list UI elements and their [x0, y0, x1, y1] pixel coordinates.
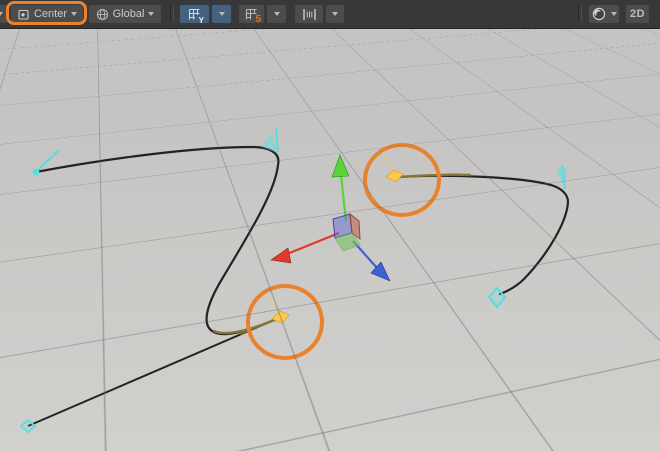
grid-visibility-button[interactable]: Y: [179, 4, 210, 24]
tangent-handle-flag[interactable]: [262, 133, 278, 153]
spline-endpoint-diamond[interactable]: [489, 288, 505, 307]
gizmo-x-arrowhead[interactable]: [271, 248, 291, 263]
grid-snap-size-dropdown[interactable]: [266, 4, 287, 24]
toolbar-separator: [170, 6, 174, 22]
toggle-2d-label: 2D: [630, 8, 645, 20]
gizmo-y-axis[interactable]: [341, 175, 346, 221]
snap-increment-icon: [302, 7, 317, 22]
grid-icon: 5: [244, 7, 259, 22]
snap-increment-dropdown[interactable]: [325, 4, 345, 24]
knot-handle-point[interactable]: [33, 169, 40, 176]
grid-axis-label: Y: [199, 17, 204, 25]
snap-increment-button[interactable]: [294, 4, 324, 24]
grid-snap-size-button[interactable]: 5: [238, 4, 265, 24]
gizmo-x-axis[interactable]: [287, 233, 339, 254]
handle-orientation-label: Global: [113, 4, 145, 24]
chevron-down-icon: [332, 12, 338, 16]
chevron-down-icon: [0, 12, 3, 16]
scene-overlay: [0, 29, 660, 451]
chevron-down-icon: [274, 12, 280, 16]
spline-endpoint-diamond[interactable]: [21, 420, 35, 432]
toolbar-separator: [578, 6, 582, 22]
spline-curve-segment[interactable]: [36, 147, 281, 334]
handle-orientation-button[interactable]: Global: [88, 4, 162, 24]
chevron-down-icon: [148, 12, 154, 16]
spline-handles: [21, 128, 567, 432]
toggle-2d-button[interactable]: 2D: [625, 4, 650, 24]
spline-left: [28, 147, 281, 426]
globe-icon: [96, 8, 109, 21]
annotation-circle-left-knot: [246, 284, 324, 360]
scene-viewport[interactable]: [0, 28, 660, 451]
grid-visibility-dropdown[interactable]: [211, 4, 232, 24]
chevron-down-icon: [219, 12, 225, 16]
shading-mode-button[interactable]: [588, 4, 620, 24]
shaded-sphere-icon: [591, 6, 607, 22]
scene-toolbar: Center Global Y 5 2D: [0, 0, 660, 28]
grid-snap-size-value: 5: [255, 15, 261, 25]
unity-scene-view-window: Center Global Y 5 2D: [0, 0, 660, 451]
gizmo-y-arrowhead[interactable]: [332, 155, 349, 177]
annotation-rect-center-button: [6, 1, 87, 25]
chevron-down-icon: [611, 12, 617, 16]
annotation-circle-right-knot: [363, 143, 441, 217]
grid-icon: Y: [187, 7, 202, 22]
